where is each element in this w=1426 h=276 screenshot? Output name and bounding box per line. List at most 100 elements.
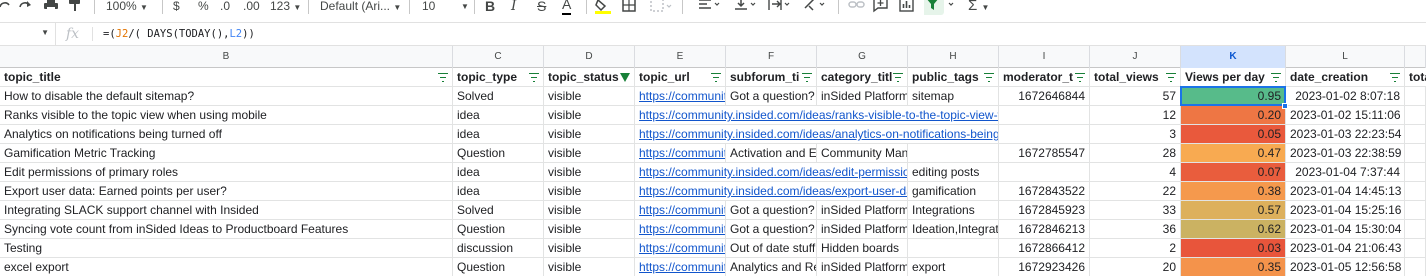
filter-icon[interactable] xyxy=(1075,73,1085,83)
filter-icon[interactable] xyxy=(438,73,448,83)
cell-views-per-day[interactable]: 0.38 xyxy=(1181,182,1286,201)
cell-total-extra[interactable] xyxy=(1405,106,1426,125)
paint-format-icon[interactable] xyxy=(68,0,82,15)
cell-date-creation[interactable]: 2023-01-02 15:11:06 xyxy=(1286,106,1405,125)
bold-button[interactable]: B xyxy=(485,0,495,15)
merge-cells-icon[interactable] xyxy=(650,0,674,15)
insert-comment-icon[interactable] xyxy=(873,0,889,15)
header-cell-views-per-day[interactable]: Views per day xyxy=(1181,68,1286,87)
column-header-h[interactable]: H xyxy=(908,46,999,68)
cell-total-extra[interactable] xyxy=(1405,258,1426,276)
cell-public-tags[interactable] xyxy=(908,239,999,258)
cell-topic-status[interactable]: visible xyxy=(544,106,635,125)
filter-icon[interactable] xyxy=(1166,73,1176,83)
font-select[interactable]: Default (Ari... ▼ xyxy=(320,0,401,15)
cell-subforum-title[interactable]: Got a question? xyxy=(726,87,817,106)
cell-moderator-time[interactable] xyxy=(999,163,1090,182)
cell-topic-url[interactable]: https://communit xyxy=(635,258,726,276)
cell-topic-title[interactable]: Export user data: Earned points per user… xyxy=(0,182,453,201)
header-cell-topic-url[interactable]: topic_url xyxy=(635,68,726,87)
cell-topic-url[interactable]: https://community.insided.com/ideas/edit… xyxy=(635,163,908,182)
column-header-m[interactable] xyxy=(1405,46,1426,68)
horizontal-align-icon[interactable] xyxy=(698,0,724,15)
cell-topic-title[interactable]: Syncing vote count from inSided Ideas to… xyxy=(0,220,453,239)
cell-date-creation[interactable]: 2023-01-03 22:38:59 xyxy=(1286,144,1405,163)
cell-total-views[interactable]: 57 xyxy=(1090,87,1181,106)
filter-icon[interactable] xyxy=(893,73,903,83)
cell-topic-status[interactable]: visible xyxy=(544,87,635,106)
cell-topic-type[interactable]: Question xyxy=(453,220,544,239)
cell-public-tags[interactable]: editing posts xyxy=(908,163,999,182)
cell-subforum-title[interactable]: Activation and E xyxy=(726,144,817,163)
chevron-down-icon[interactable]: ▼ xyxy=(461,0,469,16)
cell-public-tags[interactable]: export xyxy=(908,258,999,276)
cell-date-creation[interactable]: 2023-01-04 7:37:44 xyxy=(1286,163,1405,182)
cell-views-per-day[interactable]: 0.62 xyxy=(1181,220,1286,239)
cell-subforum-title[interactable]: Got a question? xyxy=(726,220,817,239)
cell-topic-status[interactable]: visible xyxy=(544,239,635,258)
column-header-e[interactable]: E xyxy=(635,46,726,68)
cell-topic-url[interactable]: https://communit xyxy=(635,144,726,163)
filter-icon[interactable] xyxy=(529,73,539,83)
cell-moderator-time[interactable]: 1672846213 xyxy=(999,220,1090,239)
filter-active-icon[interactable] xyxy=(620,73,630,82)
formula-input[interactable]: =(J2/( DAYS(TODAY(),L2)) xyxy=(103,28,255,40)
redo-icon[interactable] xyxy=(18,0,34,15)
cell-public-tags[interactable]: gamification xyxy=(908,182,999,201)
cell-date-creation[interactable]: 2023-01-05 12:56:58 xyxy=(1286,258,1405,276)
column-header-l[interactable]: L xyxy=(1286,46,1405,68)
cell-topic-title[interactable]: Testing xyxy=(0,239,453,258)
cell-topic-status[interactable]: visible xyxy=(544,201,635,220)
cell-total-views[interactable]: 36 xyxy=(1090,220,1181,239)
cell-topic-title[interactable]: Gamification Metric Tracking xyxy=(0,144,453,163)
filter-icon[interactable] xyxy=(711,73,721,83)
header-cell-date-creation[interactable]: date_creation xyxy=(1286,68,1405,87)
text-rotation-icon[interactable] xyxy=(803,0,829,15)
cell-topic-type[interactable]: idea xyxy=(453,182,544,201)
cell-date-creation[interactable]: 2023-01-04 15:30:04 xyxy=(1286,220,1405,239)
cell-topic-status[interactable]: visible xyxy=(544,125,635,144)
cell-topic-title[interactable]: excel export xyxy=(0,258,453,276)
cell-public-tags[interactable] xyxy=(908,144,999,163)
cell-public-tags[interactable]: Ideation,Integrati xyxy=(908,220,999,239)
cell-views-per-day[interactable]: 0.35 xyxy=(1181,258,1286,276)
header-cell-moderator-time[interactable]: moderator_t xyxy=(999,68,1090,87)
column-header-b[interactable]: B xyxy=(0,46,453,68)
cell-topic-type[interactable]: idea xyxy=(453,106,544,125)
cell-topic-url[interactable]: https://community.insided.com/ideas/anal… xyxy=(635,125,999,144)
increase-decimal-button[interactable]: .00 xyxy=(243,0,260,15)
cell-topic-status[interactable]: visible xyxy=(544,220,635,239)
cell-total-views[interactable]: 22 xyxy=(1090,182,1181,201)
cell-topic-type[interactable]: Solved xyxy=(453,87,544,106)
cell-category-title[interactable]: inSided Platform xyxy=(817,87,908,106)
cell-date-creation[interactable]: 2023-01-04 15:25:16 xyxy=(1286,201,1405,220)
cell-subforum-title[interactable]: Got a question? xyxy=(726,201,817,220)
cell-topic-title[interactable]: How to disable the default sitemap? xyxy=(0,87,453,106)
column-header-i[interactable]: I xyxy=(999,46,1090,68)
cell-topic-url[interactable]: https://community.insided.com/ideas/rank… xyxy=(635,106,999,125)
cell-views-per-day[interactable]: 0.03 xyxy=(1181,239,1286,258)
insert-chart-icon[interactable] xyxy=(899,0,915,15)
cell-topic-url[interactable]: https://communit xyxy=(635,239,726,258)
cell-total-extra[interactable] xyxy=(1405,87,1426,106)
fill-color-icon[interactable] xyxy=(594,0,612,15)
cell-views-per-day[interactable]: 0.95 xyxy=(1181,87,1286,106)
cell-topic-url[interactable]: https://community.insided.com/ideas/expo… xyxy=(635,182,908,201)
cell-views-per-day[interactable]: 0.07 xyxy=(1181,163,1286,182)
filter-icon[interactable] xyxy=(1271,73,1281,83)
cell-category-title[interactable]: inSided Platform xyxy=(817,220,908,239)
cell-date-creation[interactable]: 2023-01-02 8:07:18 xyxy=(1286,87,1405,106)
cell-date-creation[interactable]: 2023-01-03 22:23:54 xyxy=(1286,125,1405,144)
column-header-c[interactable]: C xyxy=(453,46,544,68)
filter-icon[interactable] xyxy=(924,0,956,15)
header-cell-total-views[interactable]: total_views xyxy=(1090,68,1181,87)
cell-topic-type[interactable]: Solved xyxy=(453,201,544,220)
cell-moderator-time[interactable] xyxy=(999,106,1090,125)
column-header-j[interactable]: J xyxy=(1090,46,1181,68)
column-header-g[interactable]: G xyxy=(817,46,908,68)
cell-topic-title[interactable]: Analytics on notifications being turned … xyxy=(0,125,453,144)
print-icon[interactable] xyxy=(43,0,59,15)
cell-topic-title[interactable]: Ranks visible to the topic view when usi… xyxy=(0,106,453,125)
functions-button[interactable]: Σ ▼ xyxy=(968,0,989,15)
name-box[interactable]: ▼ xyxy=(0,23,56,45)
